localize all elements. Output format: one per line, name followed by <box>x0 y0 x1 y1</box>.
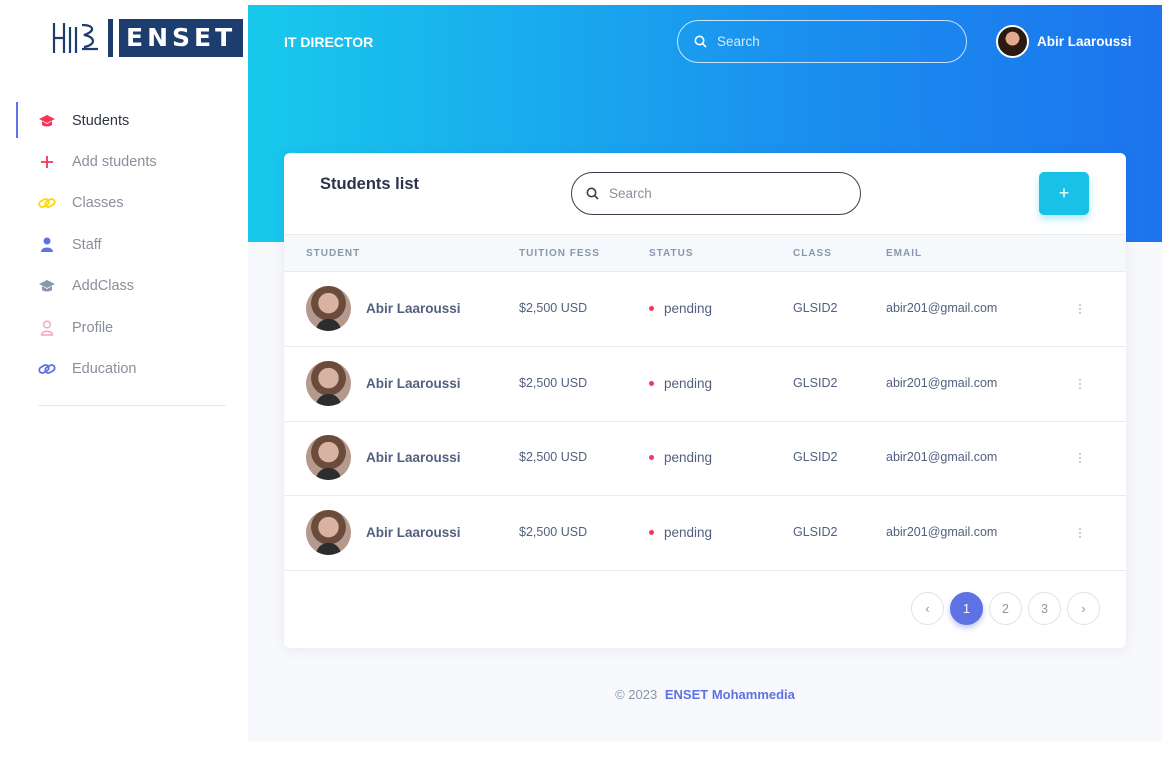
search-icon <box>694 35 707 48</box>
pagination: ‹ 1 2 3 › <box>911 592 1100 625</box>
pagination-page-2[interactable]: 2 <box>989 592 1022 625</box>
university-emblem-icon <box>52 23 98 53</box>
table-row[interactable]: Abir Laaroussi $2,500 USD pending GLSID2… <box>284 272 1126 347</box>
status-text: pending <box>664 450 713 465</box>
plus-icon <box>38 153 56 171</box>
status-badge: pending <box>649 301 712 316</box>
email: abir201@gmail.com <box>886 450 998 464</box>
pagination-prev-button[interactable]: ‹ <box>911 592 944 625</box>
status-dot-icon <box>649 381 654 386</box>
sidebar-item-add-students[interactable]: Add students <box>16 141 228 182</box>
footer: © 2023 ENSET Mohammedia <box>248 687 1162 702</box>
status-badge: pending <box>649 450 712 465</box>
row-actions-menu-icon[interactable] <box>1074 299 1086 319</box>
status-text: pending <box>664 376 713 391</box>
student-name: Abir Laaroussi <box>366 450 461 465</box>
student-name: Abir Laaroussi <box>366 376 461 391</box>
column-header-status: STATUS <box>649 248 694 259</box>
table-header: STUDENT TUITION FESS STATUS CLASS EMAIL <box>284 234 1126 272</box>
status-text: pending <box>664 301 713 316</box>
card-title: Students list <box>320 175 420 193</box>
email: abir201@gmail.com <box>886 525 998 539</box>
students-search-input[interactable] <box>609 186 849 201</box>
table-row[interactable]: Abir Laaroussi $2,500 USD pending GLSID2… <box>284 496 1126 571</box>
column-header-email: EMAIL <box>886 248 923 259</box>
sidebar-item-students[interactable]: Students <box>16 100 228 141</box>
logo-text: ENSET <box>119 19 244 57</box>
tuition-fee: $2,500 USD <box>519 376 588 390</box>
sidebar-item-label: AddClass <box>72 278 135 295</box>
sidebar-item-label: Staff <box>72 236 102 253</box>
user-menu[interactable]: Abir Laaroussi <box>996 25 1132 58</box>
tuition-fee: $2,500 USD <box>519 450 588 464</box>
tuition-fee: $2,500 USD <box>519 525 588 539</box>
sidebar-item-classes[interactable]: Classes <box>16 183 228 224</box>
email: abir201@gmail.com <box>886 301 998 315</box>
status-badge: pending <box>649 525 712 540</box>
sidebar-item-staff[interactable]: Staff <box>16 224 228 265</box>
table-row[interactable]: Abir Laaroussi $2,500 USD pending GLSID2… <box>284 421 1126 496</box>
status-badge: pending <box>649 376 712 391</box>
avatar <box>306 361 351 406</box>
avatar <box>306 510 351 555</box>
student-name: Abir Laaroussi <box>366 525 461 540</box>
user-icon <box>38 236 56 254</box>
avatar[interactable] <box>996 25 1029 58</box>
sidebar-nav: Students Add students Classes Staff AddC… <box>16 100 228 390</box>
class-name: GLSID2 <box>793 376 838 390</box>
sidebar-item-label: Students <box>72 112 130 129</box>
sidebar: ENSET Students Add students Classes Staf… <box>0 0 248 760</box>
status-dot-icon <box>649 530 654 535</box>
sidebar-divider <box>38 405 226 406</box>
row-actions-menu-icon[interactable] <box>1074 523 1086 543</box>
class-name: GLSID2 <box>793 301 838 315</box>
logo-divider <box>108 19 113 57</box>
sidebar-item-label: Education <box>72 361 137 378</box>
sidebar-item-label: Classes <box>72 195 124 212</box>
tuition-fee: $2,500 USD <box>519 301 588 315</box>
avatar <box>306 435 351 480</box>
footer-copyright: © 2023 <box>615 687 658 702</box>
app-root: ENSET Students Add students Classes Staf… <box>0 0 1176 760</box>
students-search[interactable] <box>571 172 861 215</box>
graduation-cap-icon <box>38 277 56 295</box>
graduation-cap-icon <box>38 112 56 130</box>
column-header-class: CLASS <box>793 248 832 259</box>
link-icon <box>38 194 56 212</box>
pagination-page-1[interactable]: 1 <box>950 592 983 625</box>
status-text: pending <box>664 525 713 540</box>
status-dot-icon <box>649 455 654 460</box>
column-header-tuition: TUITION FESS <box>519 248 600 259</box>
status-dot-icon <box>649 306 654 311</box>
email: abir201@gmail.com <box>886 376 998 390</box>
page-brand[interactable]: IT DIRECTOR <box>284 34 373 50</box>
pagination-page-3[interactable]: 3 <box>1028 592 1061 625</box>
column-header-student: STUDENT <box>306 248 361 259</box>
row-actions-menu-icon[interactable] <box>1074 374 1086 394</box>
pagination-next-button[interactable]: › <box>1067 592 1100 625</box>
user-name[interactable]: Abir Laaroussi <box>1037 34 1132 49</box>
row-actions-menu-icon[interactable] <box>1074 448 1086 468</box>
sidebar-item-profile[interactable]: Profile <box>16 307 228 348</box>
sidebar-item-label: Add students <box>72 154 157 171</box>
main-content: IT DIRECTOR Abir Laaroussi Students list… <box>248 5 1162 742</box>
sidebar-item-addclass[interactable]: AddClass <box>16 266 228 307</box>
search-icon <box>586 187 599 200</box>
logo[interactable]: ENSET <box>50 18 244 58</box>
table-row[interactable]: Abir Laaroussi $2,500 USD pending GLSID2… <box>284 347 1126 422</box>
students-card: Students list + STUDENT TUITION FESS STA… <box>284 153 1126 648</box>
class-name: GLSID2 <box>793 450 838 464</box>
person-outline-icon <box>38 319 56 337</box>
sidebar-item-education[interactable]: Education <box>16 348 228 389</box>
avatar <box>306 286 351 331</box>
header-search-input[interactable] <box>717 34 937 49</box>
footer-org-link[interactable]: ENSET Mohammedia <box>665 687 795 702</box>
student-name: Abir Laaroussi <box>366 301 461 316</box>
class-name: GLSID2 <box>793 525 838 539</box>
add-student-button[interactable]: + <box>1039 172 1089 215</box>
sidebar-item-label: Profile <box>72 319 114 336</box>
link-icon <box>38 360 56 378</box>
header-search[interactable] <box>677 20 967 63</box>
